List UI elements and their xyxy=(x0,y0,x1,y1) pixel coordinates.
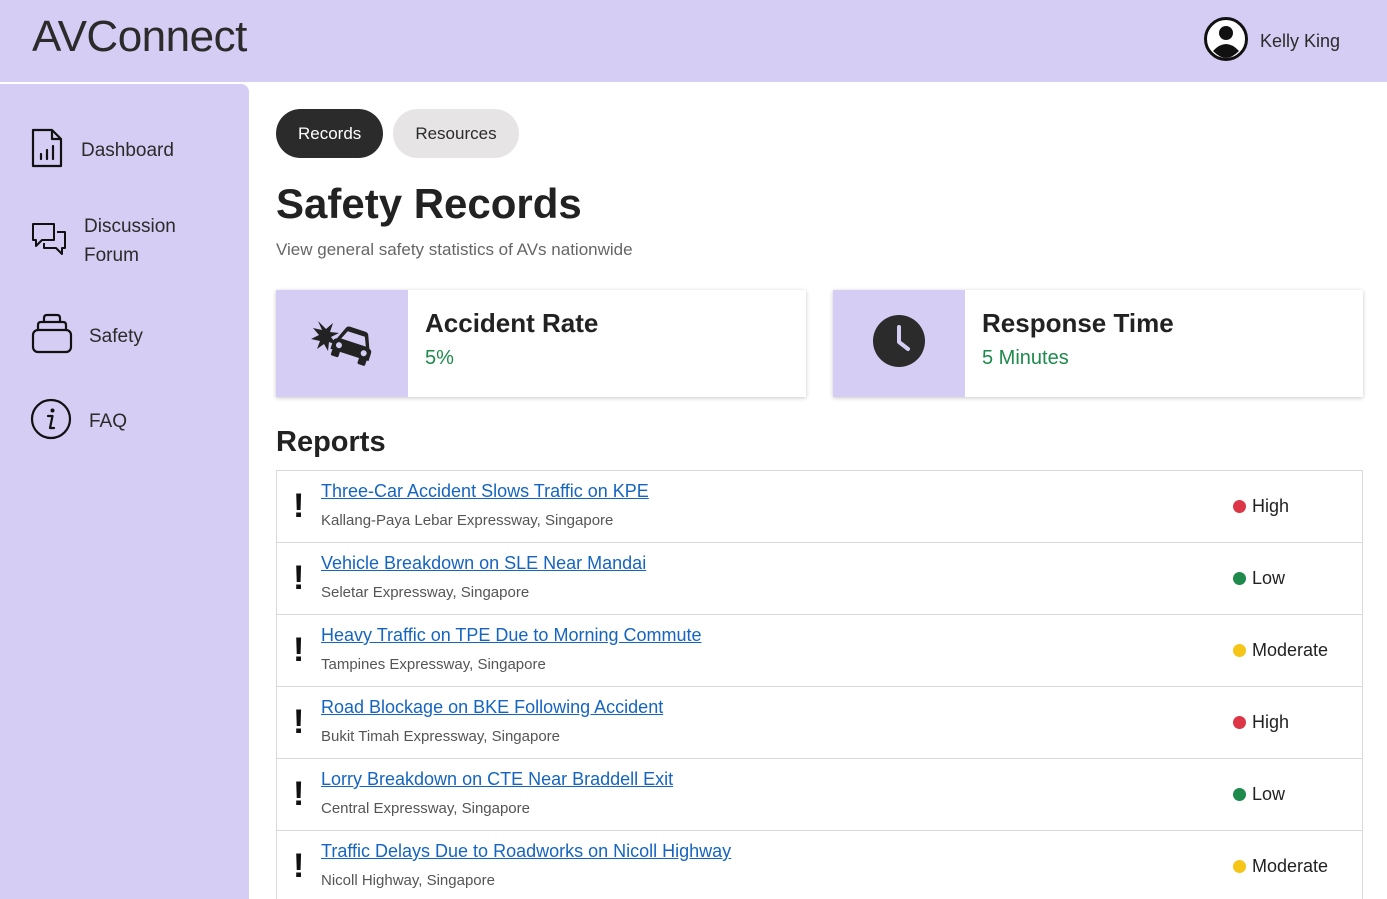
list-item: ! Vehicle Breakdown on SLE Near Mandai S… xyxy=(277,543,1362,615)
page-subtitle: View general safety statistics of AVs na… xyxy=(276,240,633,259)
reports-heading: Reports xyxy=(276,426,386,458)
sidebar: Dashboard Discussion Forum Safety FAQ xyxy=(0,84,249,899)
severity-label: Moderate xyxy=(1252,640,1329,660)
response-time-card: Response Time 5 Minutes xyxy=(833,290,1363,397)
severity-badge: High xyxy=(1233,712,1289,733)
report-location: Kallang-Paya Lebar Expressway, Singapore xyxy=(321,512,614,529)
sidebar-item-discussion-forum-label: Discussion Forum xyxy=(84,212,176,270)
report-title-link[interactable]: Road Blockage on BKE Following Accident xyxy=(321,697,663,718)
sidebar-item-safety-label: Safety xyxy=(89,326,143,347)
info-icon xyxy=(30,398,74,445)
tab-resources[interactable]: Resources xyxy=(393,109,519,158)
response-time-icon-box xyxy=(833,290,965,397)
chat-icon xyxy=(30,220,70,263)
car-crash-icon xyxy=(309,315,375,372)
severity-badge: Low xyxy=(1233,784,1285,805)
severity-badge: High xyxy=(1233,496,1289,517)
report-title-link[interactable]: Three-Car Accident Slows Traffic on KPE xyxy=(321,481,649,502)
main-content: Records Resources Safety Records View ge… xyxy=(276,0,1363,899)
accident-rate-card-body: Accident Rate 5% xyxy=(408,290,598,397)
alert-icon: ! xyxy=(293,559,305,597)
report-location: Seletar Expressway, Singapore xyxy=(321,584,530,601)
alert-icon: ! xyxy=(293,487,305,525)
accident-rate-icon-box xyxy=(276,290,408,397)
list-item: ! Traffic Delays Due to Roadworks on Nic… xyxy=(277,831,1362,899)
report-title-link[interactable]: Heavy Traffic on TPE Due to Morning Comm… xyxy=(321,625,702,646)
severity-dot-icon xyxy=(1233,788,1246,801)
sidebar-item-discussion-label-line1: Discussion xyxy=(84,216,176,237)
page-title: Safety Records xyxy=(276,180,582,227)
severity-label: Moderate xyxy=(1252,856,1329,876)
alert-icon: ! xyxy=(293,775,305,813)
response-time-title: Response Time xyxy=(982,308,1174,338)
response-time-card-body: Response Time 5 Minutes xyxy=(965,290,1174,397)
tab-bar: Records Resources xyxy=(276,109,519,158)
severity-badge: Moderate xyxy=(1233,856,1328,877)
report-location: Nicoll Highway, Singapore xyxy=(321,872,495,889)
accident-rate-card: Accident Rate 5% xyxy=(276,290,806,397)
sidebar-item-dashboard[interactable]: Dashboard xyxy=(30,127,174,174)
severity-badge: Moderate xyxy=(1233,640,1328,661)
sidebar-item-discussion-label-line2: Forum xyxy=(84,245,139,266)
severity-dot-icon xyxy=(1233,716,1246,729)
severity-label: High xyxy=(1252,712,1290,732)
report-title-link[interactable]: Lorry Breakdown on CTE Near Braddell Exi… xyxy=(321,769,673,790)
sidebar-item-discussion-forum[interactable]: Discussion Forum xyxy=(30,212,176,270)
sidebar-item-faq-label: FAQ xyxy=(89,411,128,432)
report-title-link[interactable]: Traffic Delays Due to Roadworks on Nicol… xyxy=(321,841,731,862)
alert-icon: ! xyxy=(293,631,305,669)
list-item: ! Lorry Breakdown on CTE Near Braddell E… xyxy=(277,759,1362,831)
dashboard-icon xyxy=(30,127,66,174)
list-item: ! Heavy Traffic on TPE Due to Morning Co… xyxy=(277,615,1362,687)
severity-dot-icon xyxy=(1233,572,1246,585)
severity-dot-icon xyxy=(1233,860,1246,873)
severity-label: Low xyxy=(1252,568,1286,588)
list-item: ! Road Blockage on BKE Following Acciden… xyxy=(277,687,1362,759)
tab-records[interactable]: Records xyxy=(276,109,384,158)
report-location: Central Expressway, Singapore xyxy=(321,800,530,817)
severity-dot-icon xyxy=(1233,500,1246,513)
severity-label: Low xyxy=(1252,784,1286,804)
report-location: Tampines Expressway, Singapore xyxy=(321,656,546,673)
report-location: Bukit Timah Expressway, Singapore xyxy=(321,728,560,745)
accident-rate-value: 5% xyxy=(425,347,454,369)
response-time-value: 5 Minutes xyxy=(982,347,1069,369)
severity-dot-icon xyxy=(1233,644,1246,657)
reports-list: ! Three-Car Accident Slows Traffic on KP… xyxy=(276,470,1363,899)
app-title[interactable]: AVConnect xyxy=(32,12,247,62)
list-item: ! Three-Car Accident Slows Traffic on KP… xyxy=(277,471,1362,543)
clock-icon xyxy=(872,314,926,373)
sidebar-item-faq[interactable]: FAQ xyxy=(30,398,127,445)
alert-icon: ! xyxy=(293,847,305,885)
severity-badge: Low xyxy=(1233,568,1285,589)
sidebar-item-safety[interactable]: Safety xyxy=(30,313,143,360)
report-title-link[interactable]: Vehicle Breakdown on SLE Near Mandai xyxy=(321,553,646,574)
alert-icon: ! xyxy=(293,703,305,741)
accident-rate-title: Accident Rate xyxy=(425,308,599,338)
sidebar-item-dashboard-label: Dashboard xyxy=(81,140,174,161)
safety-icon xyxy=(30,313,74,360)
severity-label: High xyxy=(1252,496,1290,516)
